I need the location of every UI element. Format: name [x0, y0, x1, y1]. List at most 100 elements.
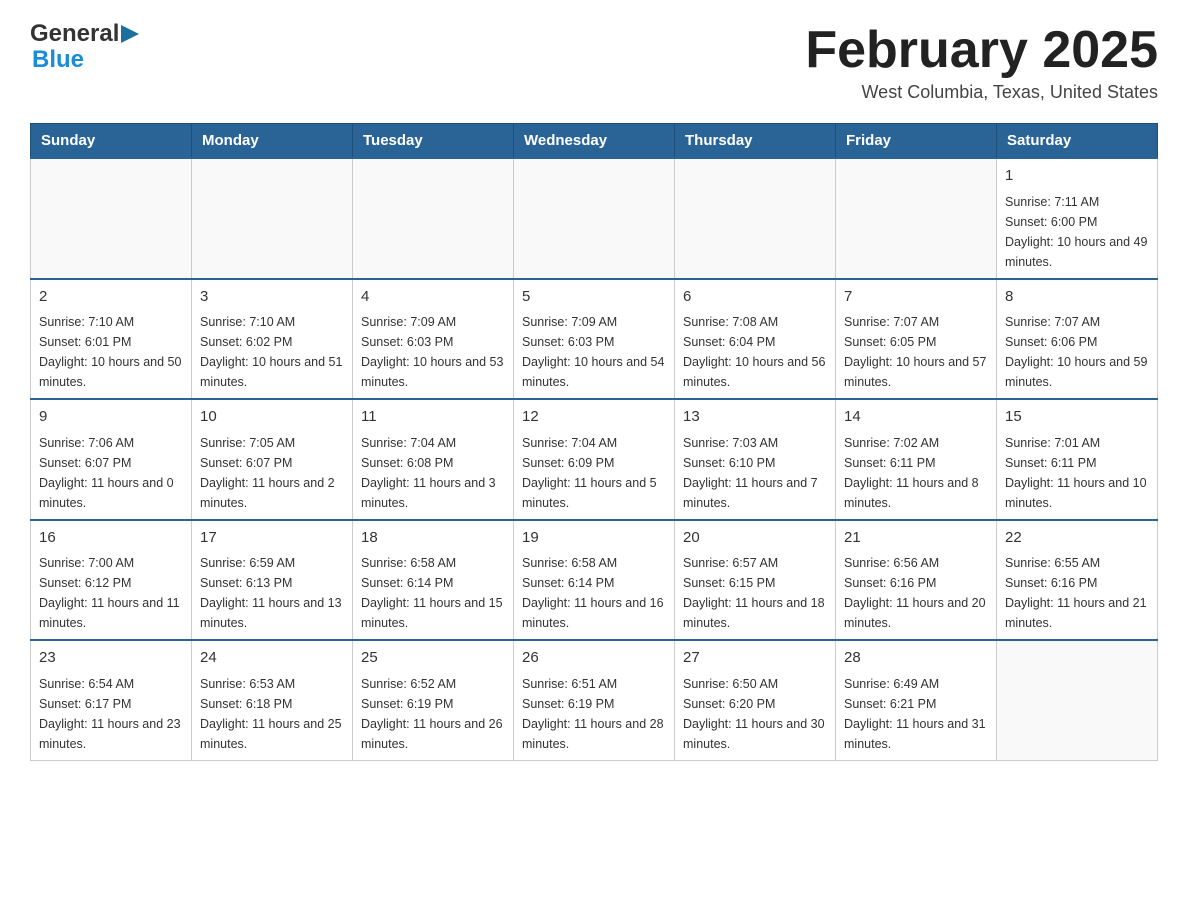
day-number: 20	[683, 527, 827, 550]
main-title: February 2025	[805, 20, 1158, 80]
table-row	[353, 158, 514, 279]
table-row: 5Sunrise: 7:09 AMSunset: 6:03 PMDaylight…	[514, 279, 675, 400]
day-number: 22	[1005, 527, 1149, 550]
day-number: 2	[39, 286, 183, 309]
col-wednesday: Wednesday	[514, 124, 675, 159]
day-number: 28	[844, 647, 988, 670]
logo-arrow-icon	[121, 25, 139, 43]
table-row: 27Sunrise: 6:50 AMSunset: 6:20 PMDayligh…	[675, 640, 836, 760]
day-number: 11	[361, 406, 505, 429]
table-row: 26 Sunrise: 6:51 AMSunset: 6:19 PMDayligh…	[514, 640, 675, 760]
day-number: 26	[522, 647, 666, 670]
day-info: Sunrise: 6:58 AMSunset: 6:14 PMDaylight:…	[522, 553, 666, 633]
day-number: 17	[200, 527, 344, 550]
table-row: 16 Sunrise: 7:00 AMSunset: 6:12 PMDayligh…	[31, 520, 192, 641]
calendar-week-row: 16 Sunrise: 7:00 AMSunset: 6:12 PMDayligh…	[31, 520, 1158, 641]
table-row: 4Sunrise: 7:09 AMSunset: 6:03 PMDaylight…	[353, 279, 514, 400]
table-row: 28 Sunrise: 6:49 AMSunset: 6:21 PMDayligh…	[836, 640, 997, 760]
calendar-week-row: 23 Sunrise: 6:54 AMSunset: 6:17 PMDayligh…	[31, 640, 1158, 760]
day-info: Sunrise: 6:51 AMSunset: 6:19 PMDaylight:…	[522, 674, 666, 754]
day-info: Sunrise: 6:53 AMSunset: 6:18 PMDaylight:…	[200, 674, 344, 754]
day-info: Sunrise: 7:07 AMSunset: 6:06 PMDaylight:…	[1005, 312, 1149, 392]
table-row	[514, 158, 675, 279]
day-number: 4	[361, 286, 505, 309]
calendar-week-row: 1 Sunrise: 7:11 AMSunset: 6:00 PMDaylight…	[31, 158, 1158, 279]
col-monday: Monday	[192, 124, 353, 159]
day-info: Sunrise: 7:05 AMSunset: 6:07 PMDaylight:…	[200, 433, 344, 513]
day-info: Sunrise: 7:03 AMSunset: 6:10 PMDaylight:…	[683, 433, 827, 513]
col-friday: Friday	[836, 124, 997, 159]
calendar-week-row: 9 Sunrise: 7:06 AMSunset: 6:07 PMDaylight…	[31, 399, 1158, 520]
logo-general-text: General	[30, 20, 119, 48]
day-number: 16	[39, 527, 183, 550]
day-info: Sunrise: 6:59 AMSunset: 6:13 PMDaylight:…	[200, 553, 344, 633]
day-info: Sunrise: 6:57 AMSunset: 6:15 PMDaylight:…	[683, 553, 827, 633]
logo-blue-text: Blue	[32, 46, 84, 73]
day-info: Sunrise: 7:06 AMSunset: 6:07 PMDaylight:…	[39, 433, 183, 513]
day-number: 27	[683, 647, 827, 670]
day-info: Sunrise: 7:10 AMSunset: 6:01 PMDaylight:…	[39, 312, 183, 392]
table-row: 23 Sunrise: 6:54 AMSunset: 6:17 PMDayligh…	[31, 640, 192, 760]
table-row: 24 Sunrise: 6:53 AMSunset: 6:18 PMDayligh…	[192, 640, 353, 760]
day-info: Sunrise: 6:49 AMSunset: 6:21 PMDaylight:…	[844, 674, 988, 754]
calendar-table: Sunday Monday Tuesday Wednesday Thursday…	[30, 123, 1158, 761]
col-tuesday: Tuesday	[353, 124, 514, 159]
table-row: 17 Sunrise: 6:59 AMSunset: 6:13 PMDayligh…	[192, 520, 353, 641]
day-info: Sunrise: 6:58 AMSunset: 6:14 PMDaylight:…	[361, 553, 505, 633]
table-row: 22 Sunrise: 6:55 AMSunset: 6:16 PMDayligh…	[997, 520, 1158, 641]
day-number: 12	[522, 406, 666, 429]
calendar-week-row: 2 Sunrise: 7:10 AMSunset: 6:01 PMDaylight…	[31, 279, 1158, 400]
table-row: 20 Sunrise: 6:57 AMSunset: 6:15 PMDayligh…	[675, 520, 836, 641]
day-number: 19	[522, 527, 666, 550]
location-subtitle: West Columbia, Texas, United States	[805, 82, 1158, 103]
day-number: 14	[844, 406, 988, 429]
day-info: Sunrise: 7:10 AMSunset: 6:02 PMDaylight:…	[200, 312, 344, 392]
day-info: Sunrise: 7:00 AMSunset: 6:12 PMDaylight:…	[39, 553, 183, 633]
logo: General Blue	[30, 20, 139, 74]
day-info: Sunrise: 6:55 AMSunset: 6:16 PMDaylight:…	[1005, 553, 1149, 633]
table-row: 12 Sunrise: 7:04 AMSunset: 6:09 PMDayligh…	[514, 399, 675, 520]
table-row	[31, 158, 192, 279]
table-row: 19 Sunrise: 6:58 AMSunset: 6:14 PMDayligh…	[514, 520, 675, 641]
calendar-header-row: Sunday Monday Tuesday Wednesday Thursday…	[31, 124, 1158, 159]
day-info: Sunrise: 7:01 AMSunset: 6:11 PMDaylight:…	[1005, 433, 1149, 513]
day-info: Sunrise: 7:02 AMSunset: 6:11 PMDaylight:…	[844, 433, 988, 513]
day-number: 6	[683, 286, 827, 309]
day-number: 1	[1005, 165, 1149, 188]
day-info: Sunrise: 7:11 AMSunset: 6:00 PMDaylight:…	[1005, 192, 1149, 272]
day-info: Sunrise: 7:08 AMSunset: 6:04 PMDaylight:…	[683, 312, 827, 392]
table-row	[997, 640, 1158, 760]
table-row: 3Sunrise: 7:10 AMSunset: 6:02 PMDaylight…	[192, 279, 353, 400]
day-info: Sunrise: 6:56 AMSunset: 6:16 PMDaylight:…	[844, 553, 988, 633]
table-row: 18 Sunrise: 6:58 AMSunset: 6:14 PMDayligh…	[353, 520, 514, 641]
table-row: 7Sunrise: 7:07 AMSunset: 6:05 PMDaylight…	[836, 279, 997, 400]
day-info: Sunrise: 7:09 AMSunset: 6:03 PMDaylight:…	[522, 312, 666, 392]
table-row	[675, 158, 836, 279]
title-section: February 2025 West Columbia, Texas, Unit…	[805, 20, 1158, 103]
day-info: Sunrise: 6:54 AMSunset: 6:17 PMDaylight:…	[39, 674, 183, 754]
table-row: 9 Sunrise: 7:06 AMSunset: 6:07 PMDaylight…	[31, 399, 192, 520]
day-number: 21	[844, 527, 988, 550]
day-number: 24	[200, 647, 344, 670]
day-number: 10	[200, 406, 344, 429]
day-info: Sunrise: 6:52 AMSunset: 6:19 PMDaylight:…	[361, 674, 505, 754]
day-number: 8	[1005, 286, 1149, 309]
day-info: Sunrise: 7:04 AMSunset: 6:08 PMDaylight:…	[361, 433, 505, 513]
table-row: 8 Sunrise: 7:07 AMSunset: 6:06 PMDaylight…	[997, 279, 1158, 400]
table-row	[836, 158, 997, 279]
day-info: Sunrise: 7:04 AMSunset: 6:09 PMDaylight:…	[522, 433, 666, 513]
day-number: 23	[39, 647, 183, 670]
col-sunday: Sunday	[31, 124, 192, 159]
table-row: 15 Sunrise: 7:01 AMSunset: 6:11 PMDayligh…	[997, 399, 1158, 520]
day-info: Sunrise: 7:07 AMSunset: 6:05 PMDaylight:…	[844, 312, 988, 392]
table-row	[192, 158, 353, 279]
day-number: 13	[683, 406, 827, 429]
table-row: 14 Sunrise: 7:02 AMSunset: 6:11 PMDayligh…	[836, 399, 997, 520]
day-number: 18	[361, 527, 505, 550]
table-row: 10 Sunrise: 7:05 AMSunset: 6:07 PMDayligh…	[192, 399, 353, 520]
table-row: 6 Sunrise: 7:08 AMSunset: 6:04 PMDaylight…	[675, 279, 836, 400]
day-number: 9	[39, 406, 183, 429]
table-row: 25Sunrise: 6:52 AMSunset: 6:19 PMDayligh…	[353, 640, 514, 760]
day-number: 15	[1005, 406, 1149, 429]
page-header: General Blue February 2025 West Columbia…	[30, 20, 1158, 103]
